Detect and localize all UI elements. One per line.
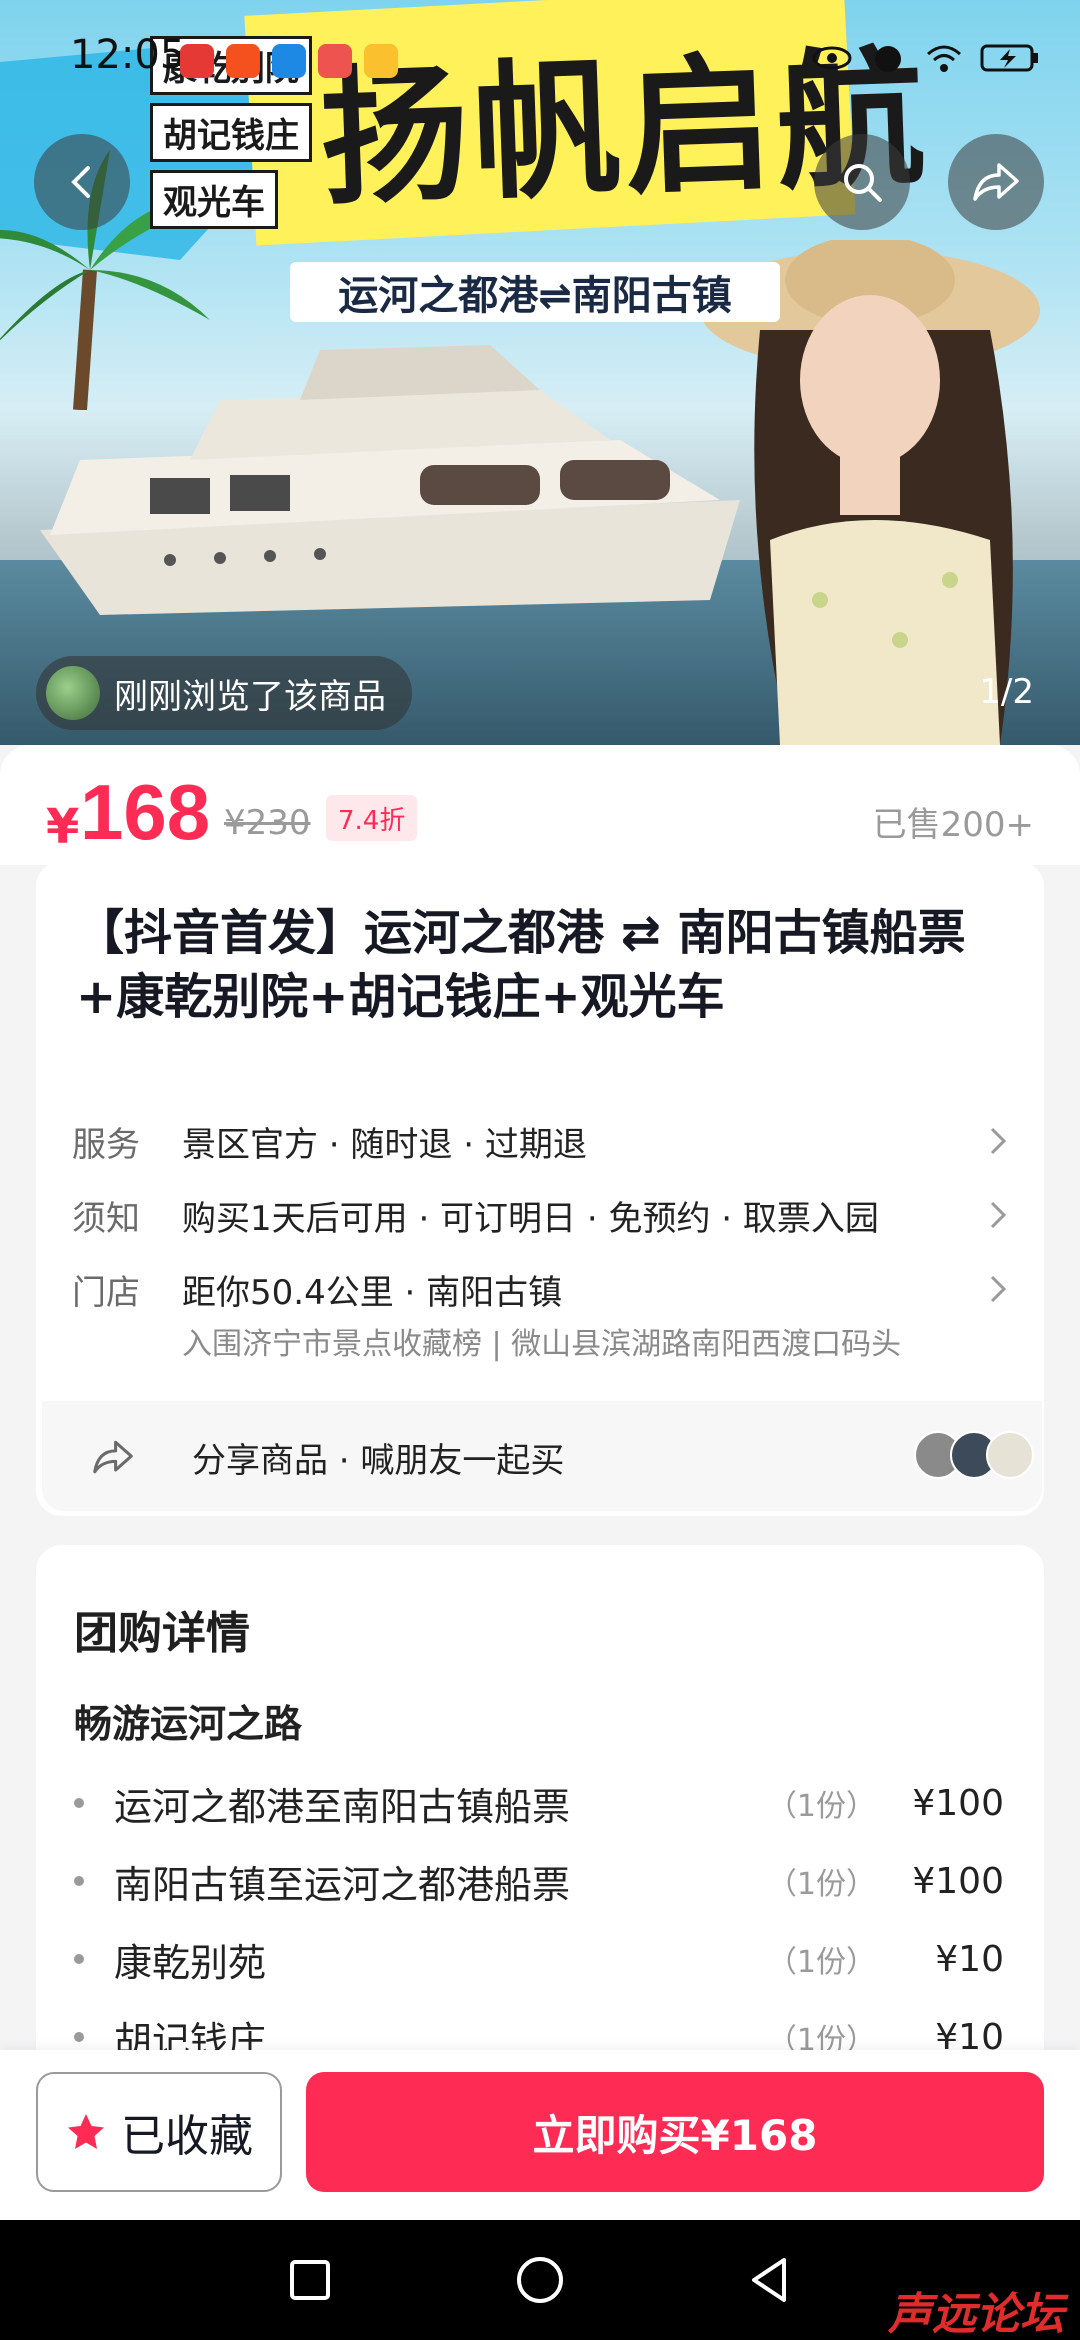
chevron-right-icon: [990, 1275, 1007, 1303]
chevron-right-icon: [990, 1127, 1007, 1155]
forum-watermark: 声远论坛: [888, 2289, 1064, 2340]
notice-row[interactable]: 须知 购买1天后可用 · 可订明日 · 免预约 · 取票入园: [72, 1185, 1012, 1245]
item-name: 南阳古镇至运河之都港船票: [114, 1862, 571, 1907]
alarm-icon: [875, 46, 901, 72]
item-qty: （1份）: [766, 1945, 876, 1980]
yacht-image: [40, 345, 740, 615]
favorite-label: 已收藏: [121, 2111, 253, 2162]
row-label: 服务: [72, 1124, 140, 1165]
discount-badge: 7.4折: [326, 795, 418, 841]
share-text: 分享商品 · 喊朋友一起买: [192, 1441, 565, 1481]
list-item: 康乾别苑 （1份） ¥10: [74, 1929, 1004, 1989]
avatar: [986, 1431, 1034, 1479]
service-row[interactable]: 服务 景区官方 · 随时退 · 过期退: [72, 1111, 1012, 1171]
search-button[interactable]: [814, 134, 910, 230]
item-name: 康乾别苑: [114, 1940, 267, 1985]
wifi-icon: [927, 45, 961, 72]
app-notification-icon: [180, 44, 214, 78]
item-price: ¥100: [912, 1782, 1004, 1824]
image-pager: 1/2: [979, 672, 1034, 712]
favorite-button[interactable]: 已收藏: [36, 2072, 282, 2192]
sold-count: 已售200+: [872, 805, 1034, 845]
notification-icons: [180, 44, 398, 78]
group-buy-detail-card: 团购详情 畅游运河之路 运河之都港至南阳古镇船票 （1份） ¥100 南阳古镇至…: [36, 1545, 1044, 2105]
share-arrow-icon: [93, 1440, 133, 1474]
battery-icon: [980, 44, 1038, 72]
detail-subtitle: 畅游运河之路: [74, 1702, 303, 1746]
row-label: 门店: [72, 1272, 140, 1313]
recently-viewed-text: 刚刚浏览了该商品: [114, 676, 386, 717]
weibo-icon: [226, 44, 260, 78]
price-currency: ¥: [46, 799, 80, 855]
bullet-icon: [74, 1798, 84, 1808]
status-bar: 12:05: [0, 0, 1080, 120]
back-nav-icon[interactable]: [740, 2250, 800, 2310]
detail-title: 团购详情: [74, 1608, 250, 1659]
recents-icon[interactable]: [280, 2250, 340, 2310]
status-time: 12:05: [70, 32, 186, 78]
recently-viewed-chip: 刚刚浏览了该商品: [36, 656, 412, 730]
item-qty: （1份）: [766, 1789, 876, 1824]
app-notification-icon: [364, 44, 398, 78]
row-text: 距你50.4公里 · 南阳古镇: [182, 1272, 563, 1313]
price-value: 168: [80, 768, 211, 856]
friend-avatars: [914, 1431, 1034, 1479]
product-title: 【抖音首发】运河之都港 ⇄ 南阳古镇船票+康乾别院+胡记钱庄+观光车: [76, 905, 966, 1025]
alipay-icon: [272, 44, 306, 78]
bullet-icon: [74, 1954, 84, 1964]
back-button[interactable]: [34, 134, 130, 230]
share-arrow-icon: [973, 163, 1019, 201]
avatar: [46, 666, 100, 720]
purchase-bar: 已收藏 立即购买¥168: [0, 2050, 1080, 2220]
item-price: ¥100: [912, 1860, 1004, 1902]
shopping-app-icon: [318, 44, 352, 78]
price-row: ¥ 168 ¥230 7.4折 已售200+: [0, 745, 1080, 865]
eye-comfort-icon: [812, 46, 852, 70]
original-price: ¥230: [224, 803, 311, 843]
hero-subtitle: 运河之都港⇌南阳古镇: [290, 262, 780, 322]
item-name: 运河之都港至南阳古镇船票: [114, 1784, 571, 1829]
search-icon: [844, 164, 882, 202]
list-item: 运河之都港至南阳古镇船票 （1份） ¥100: [74, 1773, 1004, 1833]
item-qty: （1份）: [766, 1867, 876, 1902]
status-indicators: [812, 40, 1040, 76]
bullet-icon: [74, 1876, 84, 1886]
list-item: 南阳古镇至运河之都港船票 （1份） ¥100: [74, 1851, 1004, 1911]
chevron-right-icon: [990, 1201, 1007, 1229]
store-row[interactable]: 门店 距你50.4公里 · 南阳古镇: [72, 1259, 1012, 1319]
share-button[interactable]: [948, 134, 1044, 230]
product-info-card: 【抖音首发】运河之都港 ⇄ 南阳古镇船票+康乾别院+胡记钱庄+观光车 服务 景区…: [36, 861, 1044, 1516]
product-content: ¥ 168 ¥230 7.4折 已售200+ 【抖音首发】运河之都港 ⇄ 南阳古…: [0, 745, 1080, 2105]
chevron-left-icon: [71, 166, 90, 198]
share-strip[interactable]: 分享商品 · 喊朋友一起买: [42, 1401, 1042, 1511]
row-label: 须知: [72, 1198, 140, 1239]
home-icon[interactable]: [510, 2250, 570, 2310]
store-subtext: 入围济宁市景点收藏榜 | 微山县滨湖路南阳西渡口码头: [182, 1327, 902, 1362]
buy-now-button[interactable]: 立即购买¥168: [306, 2072, 1044, 2192]
row-text: 景区官方 · 随时退 · 过期退: [182, 1124, 587, 1165]
item-price: ¥10: [935, 1938, 1004, 1980]
row-text: 购买1天后可用 · 可订明日 · 免预约 · 取票入园: [182, 1198, 879, 1239]
bullet-icon: [74, 2032, 84, 2042]
hero-tag: 观光车: [150, 170, 278, 229]
star-icon: [68, 2114, 104, 2149]
